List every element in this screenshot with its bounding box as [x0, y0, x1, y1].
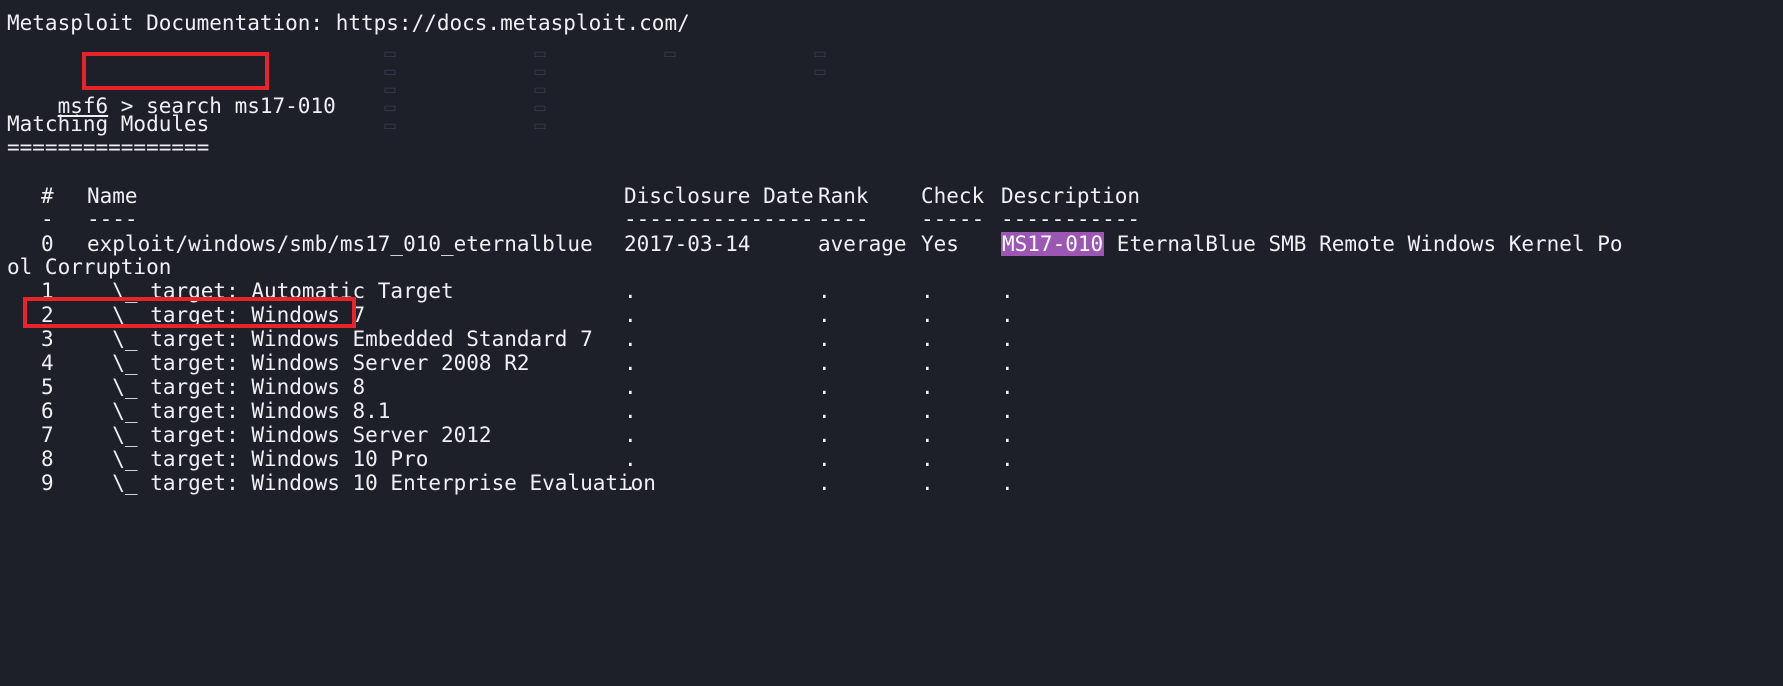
- background-file-icon: ▭: [663, 46, 677, 62]
- check: .: [921, 471, 934, 495]
- description: .: [1001, 327, 1014, 351]
- description-wrap: ol Corruption: [7, 255, 172, 279]
- rank: .: [818, 303, 831, 327]
- rank: .: [818, 279, 831, 303]
- description: MS17-010 EternalBlue SMB Remote Windows …: [1001, 231, 1623, 258]
- table-row: 7 \_ target: Windows Server 2012 . . . .: [7, 422, 1014, 449]
- description: .: [1001, 399, 1014, 423]
- check: .: [921, 279, 934, 303]
- section-rule: ================: [7, 135, 210, 159]
- row-num: 3: [41, 327, 54, 351]
- col-num-rule: -: [41, 207, 54, 231]
- target-name: \_ target: Windows 10 Pro: [87, 447, 429, 471]
- rank: average: [818, 232, 907, 256]
- table-row: 5 \_ target: Windows 8 . . . .: [7, 374, 1014, 401]
- table-row: 9 \_ target: Windows 10 Enterprise Evalu…: [7, 470, 1014, 497]
- description: .: [1001, 351, 1014, 375]
- docs-line: Metasploit Documentation: https://docs.m…: [7, 11, 690, 35]
- rank: .: [818, 375, 831, 399]
- disclosure-date: 2017-03-14: [624, 232, 751, 256]
- table-row: 8 \_ target: Windows 10 Pro . . . .: [7, 446, 1014, 473]
- row-num: 7: [41, 423, 54, 447]
- row-num: 8: [41, 447, 54, 471]
- col-check-rule: -----: [921, 207, 985, 231]
- disclosure-date: .: [624, 447, 637, 471]
- disclosure-date: .: [624, 375, 637, 399]
- table-header-rule: - ---- --------------- ---- ----- ------…: [7, 206, 1140, 233]
- row-num: 5: [41, 375, 54, 399]
- disclosure-date: .: [624, 399, 637, 423]
- target-name: \_ target: Windows Embedded Standard 7: [87, 327, 593, 351]
- disclosure-date: .: [624, 351, 637, 375]
- col-date-rule: ---------------: [624, 207, 814, 231]
- target-name: \_ target: Windows Server 2012: [87, 423, 492, 447]
- table-row: 4 \_ target: Windows Server 2008 R2 . . …: [7, 350, 1014, 377]
- check: Yes: [921, 232, 959, 256]
- disclosure-date: .: [624, 471, 637, 495]
- rank: .: [818, 423, 831, 447]
- background-file-icon: ▭ ▭: [813, 46, 827, 80]
- description-highlight: MS17-010: [1001, 232, 1105, 256]
- background-file-icon: ▭ ▭ ▭ ▭ ▭: [533, 46, 547, 134]
- disclosure-date: .: [624, 327, 637, 351]
- rank: .: [818, 447, 831, 471]
- description: .: [1001, 447, 1014, 471]
- check: .: [921, 399, 934, 423]
- rank: .: [818, 471, 831, 495]
- row-num: 9: [41, 471, 54, 495]
- disclosure-date: .: [624, 303, 637, 327]
- col-name-rule: ----: [87, 207, 138, 231]
- disclosure-date: .: [624, 423, 637, 447]
- background-file-icon: ▭ ▭ ▭ ▭ ▭: [383, 46, 397, 134]
- col-desc-rule: -----------: [1001, 207, 1141, 231]
- description: .: [1001, 423, 1014, 447]
- description: .: [1001, 279, 1014, 303]
- check: .: [921, 375, 934, 399]
- check: .: [921, 447, 934, 471]
- target-row-highlight-box: [23, 297, 356, 328]
- check: .: [921, 327, 934, 351]
- description: .: [1001, 375, 1014, 399]
- description: .: [1001, 303, 1014, 327]
- command-highlight-box: [82, 52, 269, 90]
- description-text: EternalBlue SMB Remote Windows Kernel Po: [1104, 232, 1623, 256]
- check: .: [921, 423, 934, 447]
- rank: .: [818, 327, 831, 351]
- target-name: \_ target: Windows 8.1: [87, 399, 391, 423]
- row-num: 4: [41, 351, 54, 375]
- description: .: [1001, 471, 1014, 495]
- target-name: \_ target: Windows Server 2008 R2: [87, 351, 530, 375]
- target-name: \_ target: Windows 8: [87, 375, 366, 399]
- table-row: 6 \_ target: Windows 8.1 . . . .: [7, 398, 1014, 425]
- rank: .: [818, 399, 831, 423]
- check: .: [921, 351, 934, 375]
- row-num: 6: [41, 399, 54, 423]
- rank: .: [818, 351, 831, 375]
- target-name: \_ target: Windows 10 Enterprise Evaluat…: [87, 471, 656, 495]
- check: .: [921, 303, 934, 327]
- table-row: 3 \_ target: Windows Embedded Standard 7…: [7, 326, 1014, 353]
- disclosure-date: .: [624, 279, 637, 303]
- col-rank-rule: ----: [818, 207, 869, 231]
